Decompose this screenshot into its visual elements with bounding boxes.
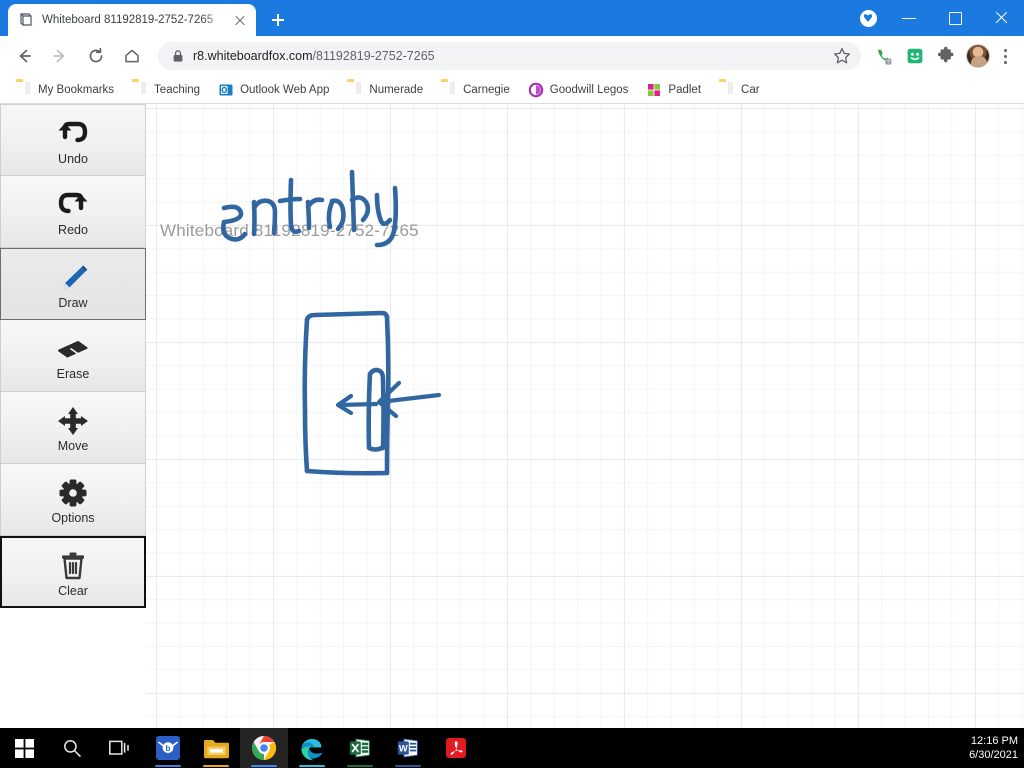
- purple-circle-icon: [528, 82, 544, 98]
- file-explorer-icon[interactable]: [192, 728, 240, 768]
- bookmark-carnegie[interactable]: Carnegie: [433, 79, 518, 101]
- whiteboard-page-icon: [18, 12, 34, 28]
- bookmark-padlet[interactable]: Padlet: [638, 79, 709, 101]
- excel-icon[interactable]: [336, 728, 384, 768]
- chrome-icon[interactable]: [240, 728, 288, 768]
- phone-extension-icon[interactable]: ?: [870, 42, 898, 70]
- browser-toolbar: r8.whiteboardfox.com/81192819-2752-7265 …: [0, 36, 1024, 76]
- tool-label: Clear: [58, 583, 88, 598]
- bookmark-label: My Bookmarks: [38, 83, 115, 96]
- word-icon[interactable]: W: [384, 728, 432, 768]
- bookmark-teaching[interactable]: Teaching: [124, 79, 208, 101]
- bookmark-label: Numerade: [369, 83, 424, 96]
- svg-text:b: b: [166, 744, 171, 753]
- new-tab-button[interactable]: [264, 6, 292, 34]
- smiley-extension-icon[interactable]: [901, 42, 929, 70]
- address-bar[interactable]: r8.whiteboardfox.com/81192819-2752-7265: [158, 42, 861, 70]
- bookmark-car[interactable]: Car: [711, 79, 768, 101]
- whiteboard-title: Whiteboard 81192819-2752-7265: [160, 221, 419, 240]
- tab-title: Whiteboard 81192819-2752-7265: [42, 14, 214, 26]
- bookmark-numerade[interactable]: Numerade: [339, 79, 431, 101]
- bookmark-star-icon[interactable]: [831, 45, 853, 67]
- whiteboard-canvas[interactable]: [146, 104, 1024, 728]
- tool-label: Erase: [56, 367, 90, 381]
- maximize-button[interactable]: [932, 0, 978, 36]
- forward-icon[interactable]: [44, 40, 76, 72]
- url-host: r8.whiteboardfox.com: [193, 49, 313, 63]
- undo-arrow-icon: [56, 115, 90, 149]
- bookmark-label: Car: [741, 83, 760, 96]
- browser-tab[interactable]: Whiteboard 81192819-2752-7265: [8, 4, 256, 36]
- bookmark-label: Carnegie: [463, 83, 510, 96]
- clock-time: 12:16 PM: [970, 735, 1018, 747]
- folder-icon: [719, 82, 735, 98]
- url-text: r8.whiteboardfox.com/81192819-2752-7265: [193, 49, 435, 63]
- start-button[interactable]: [0, 728, 48, 768]
- trash-icon: [56, 547, 90, 581]
- eraser-icon: [56, 330, 90, 364]
- edge-icon[interactable]: [288, 728, 336, 768]
- folder-icon: [441, 82, 457, 98]
- close-window-button[interactable]: [978, 0, 1024, 36]
- gear-icon: [56, 474, 90, 508]
- tool-label: Move: [57, 439, 89, 453]
- bookmarks-bar: My Bookmarks Teaching Outlook Web App Nu…: [0, 76, 1024, 104]
- tool-erase[interactable]: Erase: [0, 320, 146, 392]
- outlook-icon: [218, 82, 234, 98]
- tool-label: Draw: [58, 295, 88, 310]
- tool-label: Undo: [58, 151, 88, 166]
- bookmark-my-bookmarks[interactable]: My Bookmarks: [8, 79, 122, 101]
- bluemail-icon[interactable]: b: [144, 728, 192, 768]
- task-view-icon[interactable]: [96, 728, 144, 768]
- folder-icon: [16, 82, 32, 98]
- browser-window: Whiteboard 81192819-2752-7265 r8.whitebo…: [0, 0, 1024, 728]
- bookmark-label: Goodwill Legos: [549, 83, 629, 96]
- close-icon[interactable]: [232, 12, 248, 28]
- bookmark-outlook-web-app[interactable]: Outlook Web App: [210, 79, 337, 101]
- tool-label: Redo: [58, 223, 88, 237]
- acrobat-icon[interactable]: [432, 728, 480, 768]
- clock-date: 6/30/2021: [969, 749, 1018, 761]
- back-icon[interactable]: [8, 40, 40, 72]
- chrome-menu-icon[interactable]: [994, 42, 1016, 70]
- tool-label: Options: [51, 511, 95, 525]
- svg-text:?: ?: [887, 59, 890, 65]
- taskbar-clock[interactable]: 12:16 PM 6/30/2021: [969, 728, 1018, 768]
- bookmark-goodwill-legos[interactable]: Goodwill Legos: [520, 79, 637, 101]
- tool-draw[interactable]: Draw: [0, 248, 146, 320]
- minimize-button[interactable]: [886, 0, 932, 36]
- padlet-icon: [646, 82, 662, 98]
- profile-avatar[interactable]: [966, 44, 990, 68]
- reload-icon[interactable]: [80, 40, 112, 72]
- pencil-icon: [56, 259, 90, 293]
- folder-icon: [347, 82, 363, 98]
- bookmark-label: Outlook Web App: [240, 83, 330, 96]
- tab-strip: Whiteboard 81192819-2752-7265: [0, 0, 1024, 36]
- shield-badge-icon[interactable]: [850, 0, 886, 36]
- tool-move[interactable]: Move: [0, 392, 146, 464]
- home-icon[interactable]: [116, 40, 148, 72]
- tool-redo[interactable]: Redo: [0, 176, 146, 248]
- search-icon[interactable]: [48, 728, 96, 768]
- lock-icon: [172, 49, 184, 63]
- redo-arrow-icon: [56, 186, 90, 220]
- svg-text:W: W: [399, 742, 408, 753]
- windows-taskbar: b W 12:16 PM 6/30/2021: [0, 728, 1024, 768]
- bookmark-label: Padlet: [668, 83, 702, 96]
- page-content: Whiteboard 81192819-2752-7265 Undo Redo …: [0, 104, 1024, 728]
- extensions-puzzle-icon[interactable]: [932, 42, 960, 70]
- bookmark-label: Teaching: [154, 83, 201, 96]
- whiteboard-toolbar: Undo Redo Draw Erase Move Options Clear: [0, 104, 146, 728]
- tool-options[interactable]: Options: [0, 464, 146, 536]
- url-path: /81192819-2752-7265: [312, 49, 435, 63]
- tool-clear[interactable]: Clear: [0, 536, 146, 608]
- tool-undo[interactable]: Undo: [0, 104, 146, 176]
- folder-icon: [132, 82, 148, 98]
- window-controls: [850, 0, 1024, 36]
- move-arrows-icon: [56, 402, 90, 436]
